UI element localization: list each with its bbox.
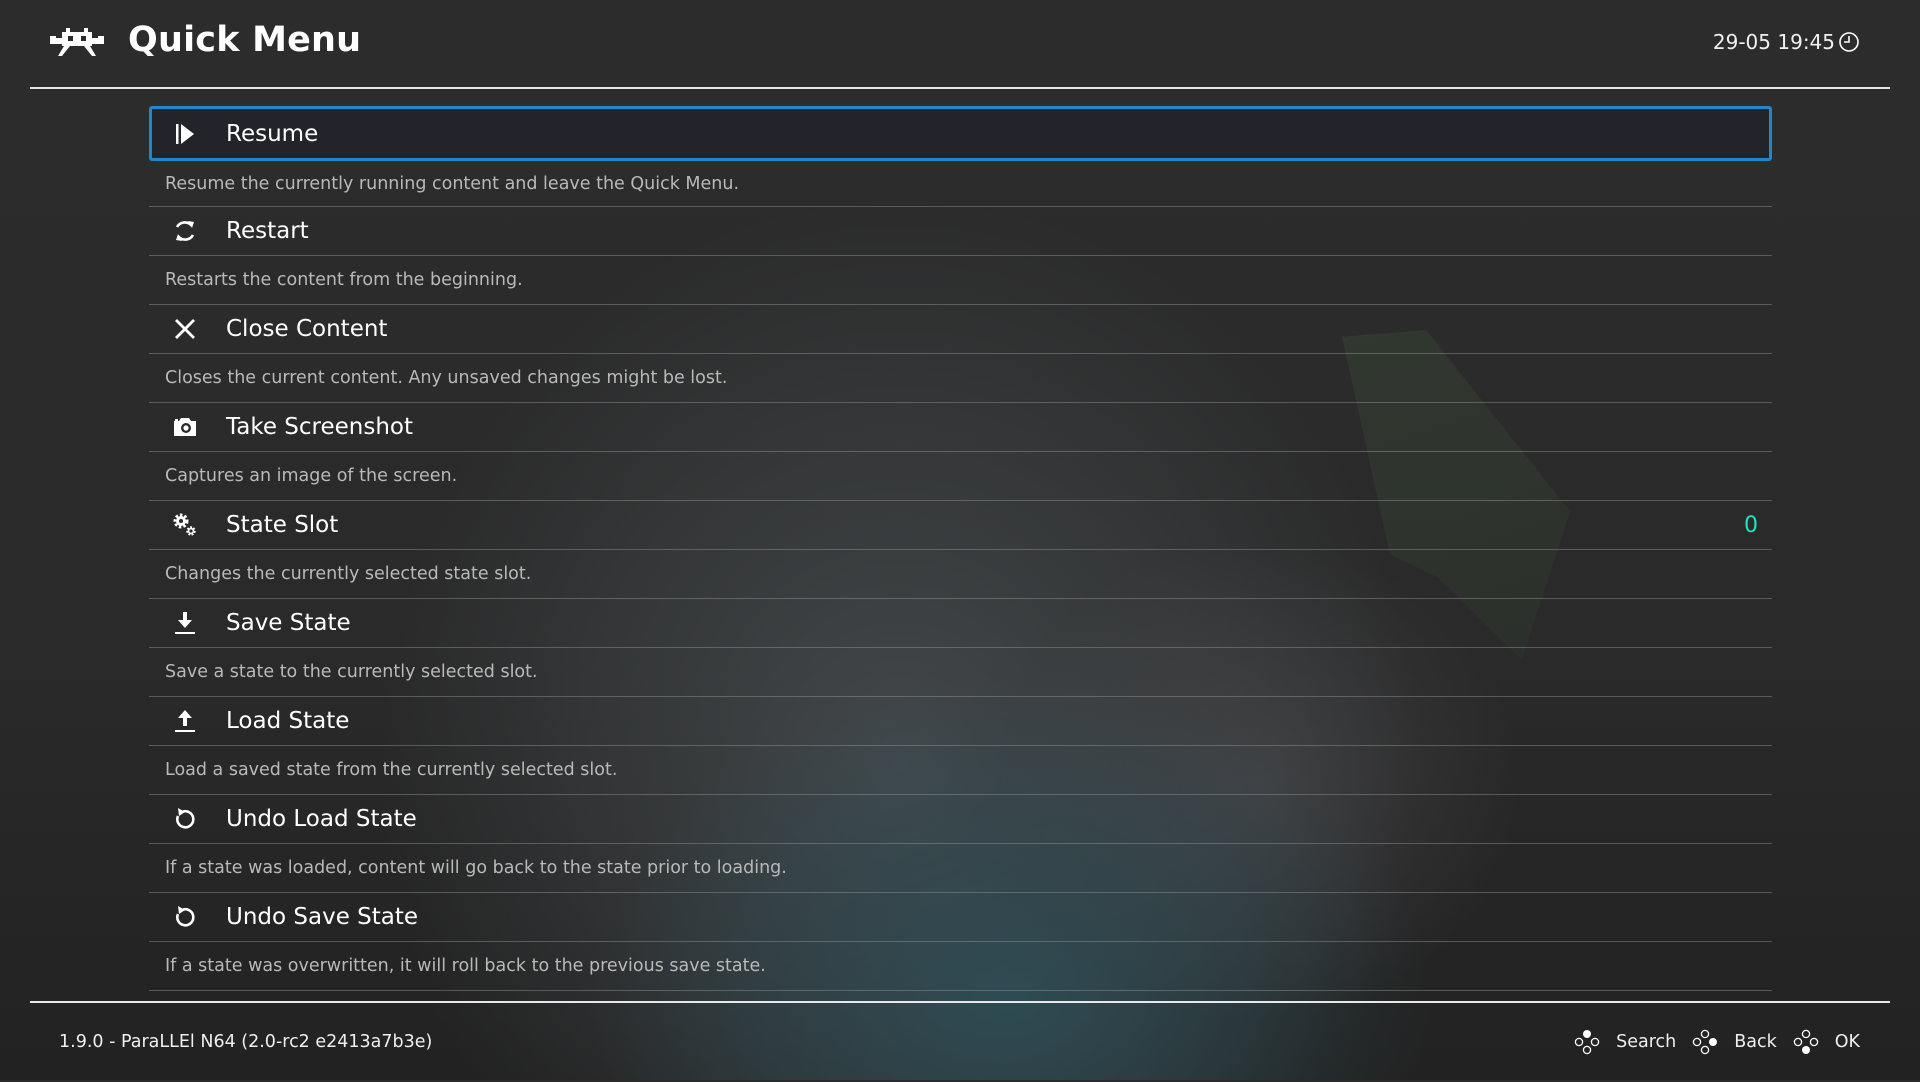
datetime-text: 29-05 19:45 [1712,30,1835,54]
menu-item-restart[interactable]: Restart Restarts the content from the be… [149,207,1772,305]
gamepad-top-button-icon [1574,1030,1600,1055]
menu-item-save-state[interactable]: Save State Save a state to the currently… [149,599,1772,697]
menu-item-description: Restarts the content from the beginning. [149,256,1772,305]
menu-item-row[interactable]: Load State [149,697,1772,746]
menu-item-state-slot[interactable]: State Slot 0 Changes the currently selec… [149,501,1772,599]
menu-item-row[interactable]: Take Screenshot [149,403,1772,452]
menu-item-take-screenshot[interactable]: Take Screenshot Captures an image of the… [149,403,1772,501]
menu-item-description: Changes the currently selected state slo… [149,550,1772,599]
gears-icon [165,505,205,545]
hint-search[interactable]: Search [1574,1029,1676,1055]
hint-back[interactable]: Back [1692,1029,1777,1055]
menu-item-label: Undo Load State [226,806,417,832]
undo-icon [165,897,205,937]
menu-item-row[interactable]: Undo Save State [149,893,1772,942]
hint-label: OK [1834,1032,1860,1052]
menu-item-label: Restart [226,218,309,244]
menu-item-row[interactable]: Restart [149,207,1772,256]
menu-item-row[interactable]: Save State [149,599,1772,648]
clock-icon [1839,32,1859,52]
close-icon [165,309,205,349]
controller-hints: Search Back OK [1558,1029,1860,1055]
menu-item-description: Resume the currently running content and… [149,161,1772,207]
state-slot-value[interactable]: 0 [1744,513,1758,538]
undo-icon [165,799,205,839]
quick-menu-list: Resume Resume the currently running cont… [149,106,1772,991]
menu-item-description: Save a state to the currently selected s… [149,648,1772,697]
menu-item-row[interactable]: Undo Load State [149,795,1772,844]
menu-item-label: Close Content [226,316,388,342]
gamepad-bottom-button-icon [1793,1029,1818,1054]
restart-icon [165,211,205,251]
header: Quick Menu 29-05 19:45 [30,0,1890,89]
hint-ok[interactable]: OK [1793,1029,1860,1055]
hint-label: Back [1734,1032,1777,1052]
retroarch-invader-logo-icon [50,28,104,56]
upload-icon [165,701,205,741]
menu-item-label: Take Screenshot [226,414,414,440]
page-title: Quick Menu [128,20,362,60]
menu-item-close-content[interactable]: Close Content Closes the current content… [149,305,1772,403]
menu-item-label: Undo Save State [226,904,419,930]
footer: 1.9.0 - ParaLLEl N64 (2.0-rc2 e2413a7b3e… [30,1001,1890,1082]
menu-item-label: Load State [226,708,350,734]
download-icon [165,603,205,643]
menu-item-row[interactable]: Resume [149,106,1772,161]
menu-item-undo-save-state[interactable]: Undo Save State If a state was overwritt… [149,893,1772,991]
resume-icon [165,114,205,154]
menu-item-label: Save State [226,610,351,636]
menu-item-load-state[interactable]: Load State Load a saved state from the c… [149,697,1772,795]
camera-icon [165,407,205,447]
menu-item-description: If a state was loaded, content will go b… [149,844,1772,893]
menu-item-resume[interactable]: Resume Resume the currently running cont… [149,106,1772,207]
hint-label: Search [1616,1032,1677,1052]
menu-item-undo-load-state[interactable]: Undo Load State If a state was loaded, c… [149,795,1772,893]
clock: 29-05 19:45 [1713,30,1860,54]
menu-item-description: If a state was overwritten, it will roll… [149,942,1772,991]
menu-item-description: Load a saved state from the currently se… [149,746,1772,795]
menu-item-description: Closes the current content. Any unsaved … [149,354,1772,403]
menu-item-row[interactable]: Close Content [149,305,1772,354]
menu-item-label: State Slot [226,512,339,538]
menu-item-description: Captures an image of the screen. [149,452,1772,501]
gamepad-right-button-icon [1692,1029,1718,1055]
menu-item-row[interactable]: State Slot 0 [149,501,1772,550]
core-version-text: 1.9.0 - ParaLLEl N64 (2.0-rc2 e2413a7b3e… [59,1032,433,1052]
menu-item-label: Resume [226,120,319,147]
